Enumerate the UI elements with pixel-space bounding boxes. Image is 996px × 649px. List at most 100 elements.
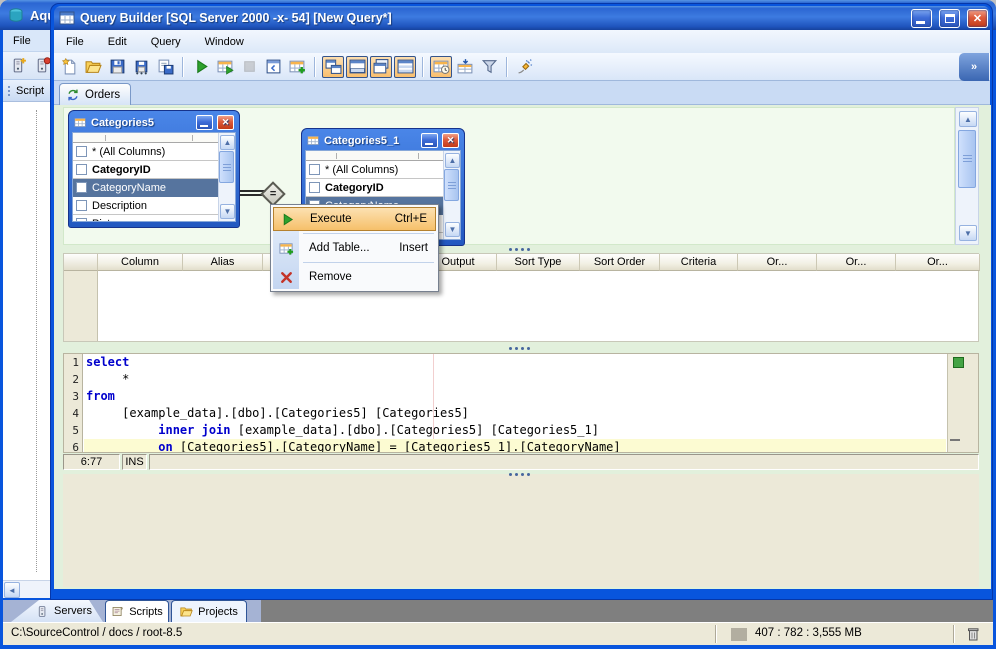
column-row[interactable]: Picture	[73, 215, 218, 221]
checkbox[interactable]	[76, 146, 87, 157]
tab-scripts[interactable]: Scripts	[105, 600, 169, 622]
code-area[interactable]: select * from [example_data].[dbo].[Categ…	[84, 354, 946, 452]
column-row[interactable]: CategoryName	[73, 179, 218, 197]
splitter-handle[interactable]	[502, 471, 536, 477]
save-button[interactable]	[106, 56, 128, 78]
grid-header-column[interactable]: Column	[98, 254, 183, 271]
script-icon	[111, 605, 124, 618]
sidebar-tree[interactable]	[3, 102, 51, 580]
play-button[interactable]	[190, 56, 212, 78]
menu-file[interactable]: File	[9, 33, 35, 49]
save-special-button[interactable]	[154, 56, 176, 78]
pane-cascade-button[interactable]	[322, 55, 344, 78]
sidebar-panel: Script ◄	[3, 80, 52, 598]
pane-split-button[interactable]	[346, 55, 368, 78]
grid-header-sorttype[interactable]: Sort Type	[497, 254, 580, 271]
close-button[interactable]: ✕	[217, 115, 234, 130]
scroll-down-button[interactable]: ▼	[220, 204, 235, 219]
menu-item-remove[interactable]: Remove	[273, 265, 436, 289]
scroll-thumb[interactable]	[219, 151, 234, 183]
grid-header-or[interactable]: Or...	[817, 254, 896, 271]
pane-rows-icon	[397, 59, 413, 74]
menu-file[interactable]: File	[62, 34, 88, 50]
minimize-button[interactable]	[421, 133, 438, 148]
run-table-button[interactable]	[214, 56, 236, 78]
sidebar-header[interactable]: Script	[3, 80, 51, 102]
grid-header-or[interactable]: Or...	[896, 254, 980, 271]
scroll-thumb[interactable]	[444, 169, 459, 201]
pane-cascade2-button[interactable]	[370, 55, 392, 78]
table-vscrollbar[interactable]: ▲ ▼	[443, 151, 460, 239]
pane-cascade2-icon	[373, 59, 388, 74]
table-vscrollbar[interactable]: ▲ ▼	[218, 133, 235, 221]
table-add-button[interactable]	[286, 56, 308, 78]
editor-message	[149, 454, 979, 470]
scroll-thumb[interactable]	[958, 130, 976, 188]
sql-editor[interactable]: 123456 select * from [example_data].[dbo]…	[63, 353, 979, 454]
qb-titlebar[interactable]: Query Builder [SQL Server 2000 -x- 54] […	[54, 6, 990, 30]
table-down-button[interactable]	[454, 56, 476, 78]
doc-window-button[interactable]	[262, 56, 284, 78]
menu-item-addtable[interactable]: Add Table... Insert	[273, 236, 436, 260]
pane-rows-button[interactable]	[394, 55, 416, 78]
filter-button[interactable]	[478, 56, 500, 78]
folder-open-button[interactable]	[82, 56, 104, 78]
checkbox[interactable]	[309, 164, 320, 175]
trash-icon[interactable]	[965, 626, 981, 642]
toolbar-separator	[314, 56, 316, 77]
page-new-button[interactable]	[58, 56, 80, 78]
table-window-titlebar[interactable]: Categories5 ✕	[72, 113, 236, 132]
checkbox[interactable]	[76, 164, 87, 175]
maximize-button[interactable]	[939, 8, 960, 28]
grid-row-header	[64, 271, 98, 341]
close-button[interactable]: ✕	[442, 133, 459, 148]
column-row[interactable]: CategoryID	[306, 179, 443, 197]
checkbox[interactable]	[76, 182, 87, 193]
tab-orders[interactable]: Orders	[59, 83, 132, 105]
table-window-body: * (All Columns) CategoryID CategoryName Des…	[72, 132, 236, 222]
column-row[interactable]: * (All Columns)	[306, 161, 443, 179]
checkbox[interactable]	[309, 182, 320, 193]
menu-window[interactable]: Window	[201, 34, 248, 50]
scroll-left-button[interactable]: ◄	[4, 582, 20, 598]
splitter-handle[interactable]	[502, 246, 536, 252]
toolbar-overflow-button[interactable]: »	[959, 53, 989, 81]
plug-button[interactable]	[514, 56, 536, 78]
qb-window-icon	[59, 10, 75, 26]
table-clock-button[interactable]	[430, 55, 452, 78]
sidebar-hscrollbar[interactable]: ◄	[3, 580, 51, 598]
menu-item-shortcut: Ctrl+E	[394, 213, 427, 225]
checkbox[interactable]	[76, 218, 87, 221]
close-button[interactable]: ✕	[967, 8, 988, 28]
grid-header-sortorder[interactable]: Sort Order	[580, 254, 660, 271]
server-add-button[interactable]	[7, 55, 29, 77]
save-multi-button[interactable]	[130, 56, 152, 78]
menu-query[interactable]: Query	[147, 34, 185, 50]
grid-header-criteria[interactable]: Criteria	[660, 254, 738, 271]
checkbox[interactable]	[76, 200, 87, 211]
document-tab-bar: Orders	[54, 81, 990, 105]
minimize-button[interactable]	[196, 115, 213, 130]
column-row[interactable]: CategoryID	[73, 161, 218, 179]
column-row[interactable]: Description	[73, 197, 218, 215]
minimize-button[interactable]	[911, 8, 932, 28]
grid-header-or[interactable]: Or...	[738, 254, 817, 271]
query-builder-window: Query Builder [SQL Server 2000 -x- 54] […	[50, 3, 993, 600]
scroll-down-button[interactable]: ▼	[445, 222, 460, 237]
grid-header-alias[interactable]: Alias	[183, 254, 263, 271]
tab-projects[interactable]: Projects	[171, 600, 247, 622]
splitter-handle[interactable]	[502, 345, 536, 351]
code-line-current: on [Categories5].[CategoryName] = [Categ…	[84, 439, 946, 452]
scroll-down-button[interactable]: ▼	[959, 225, 977, 241]
menu-edit[interactable]: Edit	[104, 34, 131, 50]
table-window-titlebar[interactable]: Categories5_1 ✕	[305, 131, 461, 150]
scroll-up-button[interactable]: ▲	[959, 111, 977, 127]
scroll-up-button[interactable]: ▲	[220, 135, 235, 150]
stop-button[interactable]	[238, 56, 260, 78]
folder-open-icon	[85, 61, 102, 73]
column-row[interactable]: * (All Columns)	[73, 143, 218, 161]
diagram-vscrollbar[interactable]: ▲ ▼	[955, 107, 979, 245]
menu-item-execute[interactable]: Execute Ctrl+E	[273, 207, 436, 231]
scroll-up-button[interactable]: ▲	[445, 153, 460, 168]
